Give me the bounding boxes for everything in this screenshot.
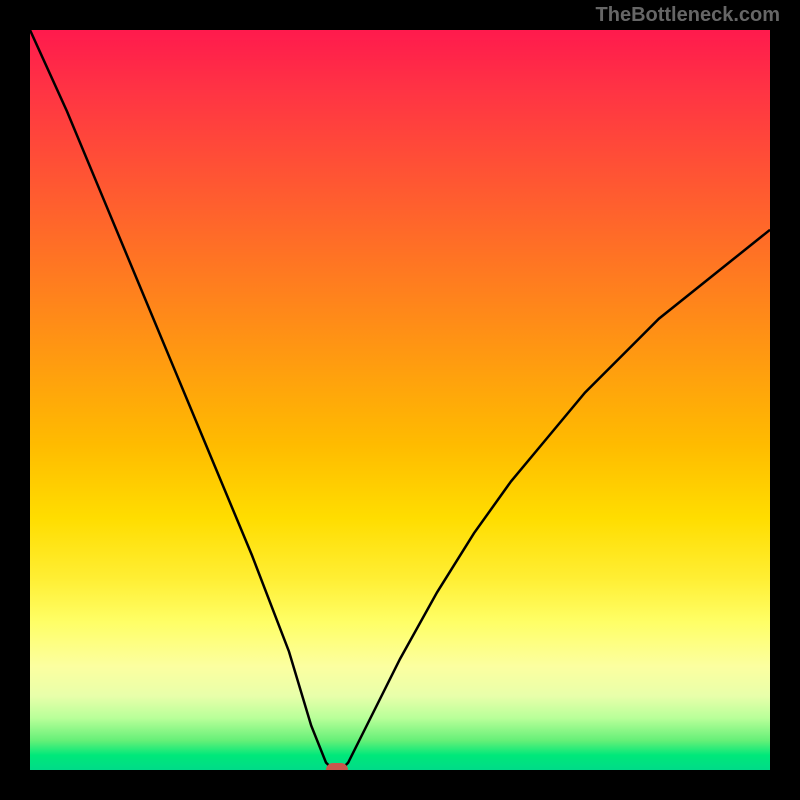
bottleneck-curve bbox=[30, 30, 770, 770]
curve-svg bbox=[30, 30, 770, 770]
minimum-marker bbox=[326, 763, 348, 770]
plot-area bbox=[30, 30, 770, 770]
chart-container: TheBottleneck.com bbox=[0, 0, 800, 800]
watermark-text: TheBottleneck.com bbox=[596, 4, 780, 27]
